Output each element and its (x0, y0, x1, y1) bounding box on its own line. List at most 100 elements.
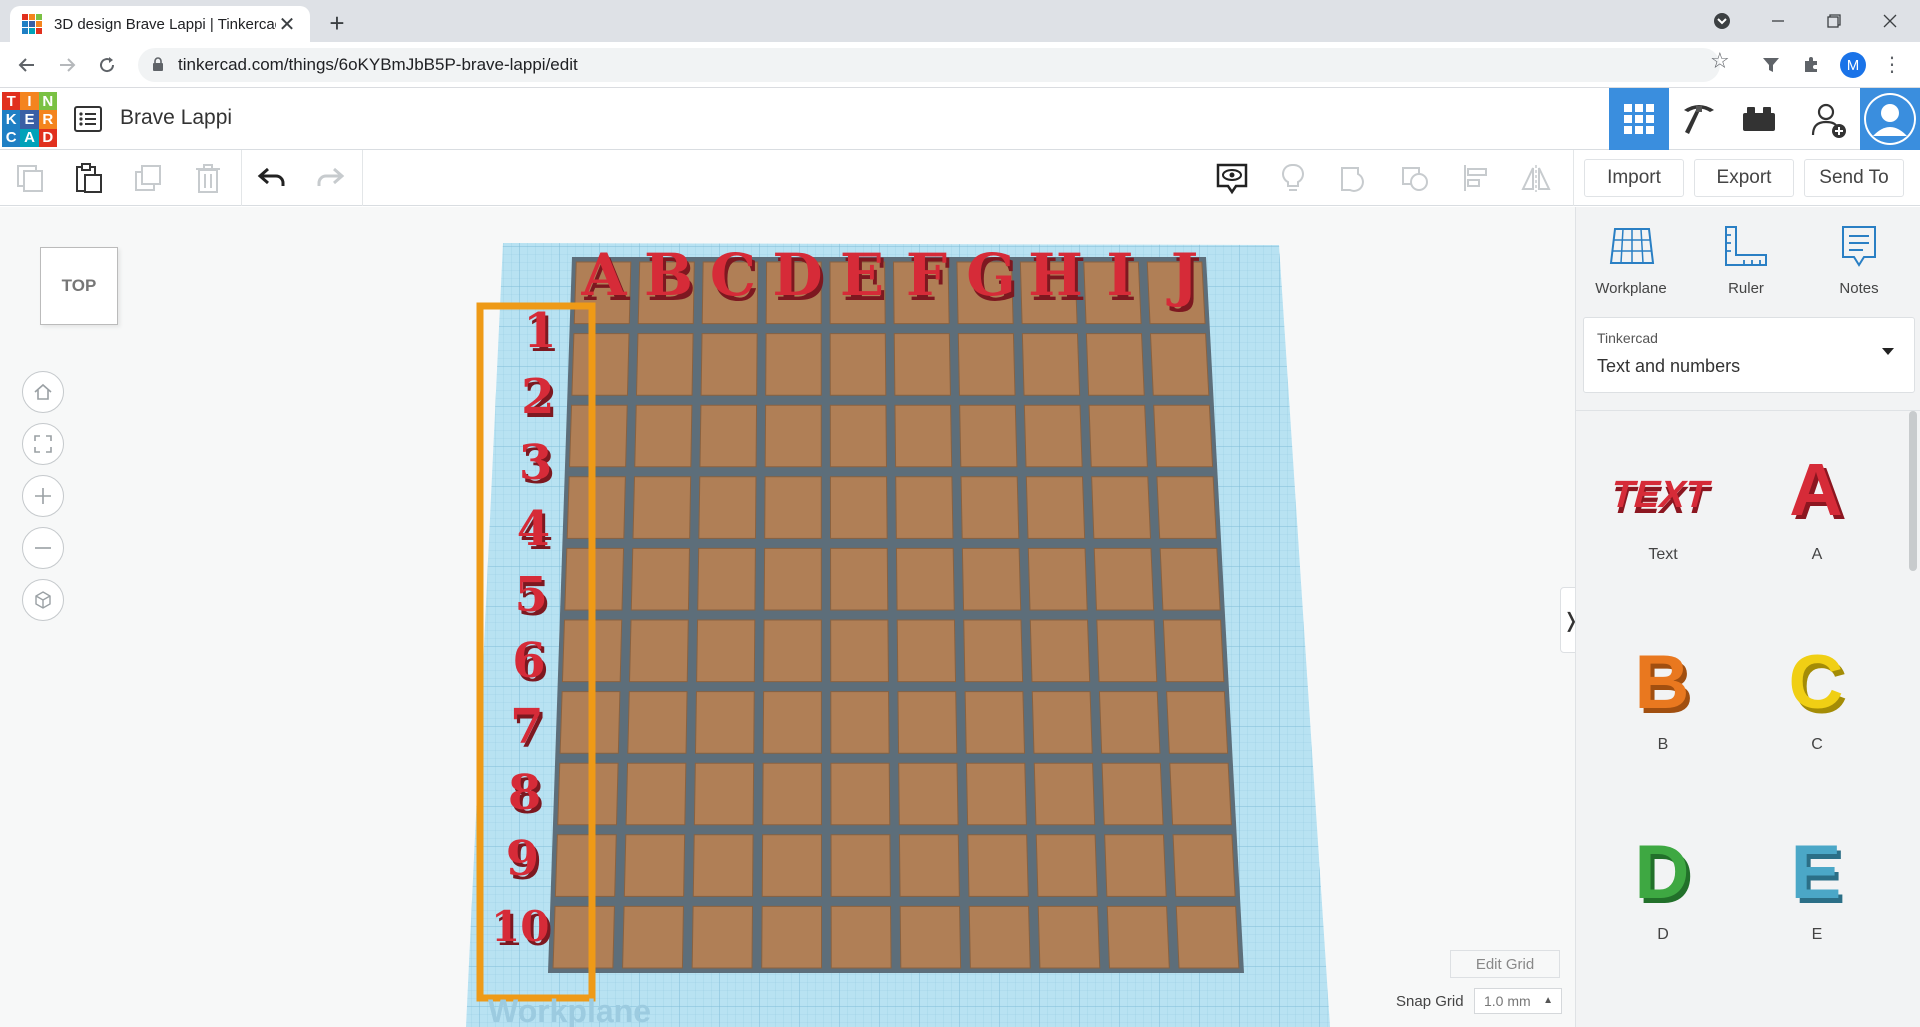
board-cell[interactable] (696, 619, 756, 683)
board-cell[interactable] (554, 834, 617, 897)
close-window-icon[interactable] (1862, 0, 1918, 42)
align-button[interactable] (1456, 158, 1496, 198)
board-cell[interactable] (1098, 691, 1161, 754)
ruler-tool-button[interactable]: Ruler (1691, 225, 1801, 297)
board-cell[interactable] (830, 762, 891, 826)
shape-d[interactable]: D D D (1588, 827, 1738, 944)
board-cell[interactable] (1027, 547, 1088, 611)
view-cube[interactable]: TOP (40, 247, 118, 325)
row-number[interactable]: 88 (508, 765, 544, 825)
board-cell[interactable] (694, 691, 755, 754)
board-cell[interactable] (897, 691, 958, 754)
browser-tab[interactable]: 3D design Brave Lappi | Tinkercad ✕ (10, 6, 310, 42)
column-letter[interactable]: JJ (1166, 241, 1201, 314)
board-cell[interactable] (1162, 619, 1225, 683)
send-to-button[interactable]: Send To (1804, 159, 1904, 197)
shape-text[interactable]: TEXT TEXT Text (1588, 447, 1738, 564)
board-cell[interactable] (1023, 404, 1083, 468)
user-profile-avatar[interactable] (1860, 88, 1920, 150)
zoom-out-button[interactable] (22, 527, 64, 569)
board-cell[interactable] (763, 619, 822, 683)
new-tab-button[interactable]: + (322, 8, 352, 39)
board-cell[interactable] (959, 404, 1018, 468)
extension-filter-icon[interactable] (1758, 52, 1784, 78)
3d-design-view-button[interactable] (1609, 88, 1669, 150)
board-cell[interactable] (1172, 834, 1236, 897)
board-cell[interactable] (627, 691, 688, 754)
board-cell[interactable] (898, 834, 960, 897)
row-number[interactable]: 33 (519, 435, 555, 495)
panel-scrollbar[interactable] (1909, 411, 1917, 571)
url-bar[interactable]: tinkercad.com/things/6oKYBmJbB5P-brave-l… (138, 48, 1720, 82)
shape-b[interactable]: B B B (1588, 637, 1738, 754)
board-cell[interactable] (1029, 619, 1091, 683)
delete-button[interactable] (188, 158, 228, 198)
board-cell[interactable] (960, 476, 1020, 539)
column-letter[interactable]: BB (644, 241, 696, 314)
row-number[interactable]: 1010 (491, 902, 552, 955)
column-letter[interactable]: FF (906, 241, 950, 314)
row-number[interactable]: 44 (517, 501, 553, 561)
board-cell[interactable] (896, 619, 957, 683)
minimize-icon[interactable] (1750, 0, 1806, 42)
board-cell[interactable] (1091, 476, 1152, 539)
undo-button[interactable] (252, 158, 292, 198)
board-cell[interactable] (1166, 691, 1229, 754)
column-letter[interactable]: DD (772, 241, 825, 314)
forward-icon[interactable] (52, 50, 82, 80)
3d-viewport[interactable]: AABBCCDDEEFFGGHHIIJJ 1122334455667788991… (0, 207, 1575, 1027)
board-cell[interactable] (967, 834, 1029, 897)
restore-icon[interactable] (1806, 0, 1862, 42)
board-cell[interactable] (762, 762, 822, 826)
board-cell[interactable] (634, 404, 693, 468)
board-cell[interactable] (895, 547, 955, 611)
column-letter[interactable]: HH (1028, 241, 1086, 314)
board-cell[interactable] (1085, 333, 1145, 396)
row-number[interactable]: 55 (514, 567, 550, 627)
workplane-tool-button[interactable]: Workplane (1576, 225, 1686, 297)
board-cell[interactable] (830, 619, 889, 683)
board-cell[interactable] (630, 547, 690, 611)
board-cell[interactable] (1031, 691, 1093, 754)
board-cell[interactable] (571, 333, 630, 396)
board-cell[interactable] (957, 333, 1016, 396)
board-cell[interactable] (700, 333, 758, 396)
row-number[interactable]: 99 (506, 831, 542, 891)
perspective-toggle-button[interactable] (22, 579, 64, 621)
board-cell[interactable] (1149, 333, 1210, 396)
blocks-minecraft-button[interactable] (1669, 88, 1729, 150)
shape-library-dropdown[interactable]: Tinkercad Text and numbers (1583, 317, 1915, 393)
board-cell[interactable] (552, 905, 615, 969)
board-cell[interactable] (763, 547, 822, 611)
fit-view-button[interactable] (22, 423, 64, 465)
workplane-scene[interactable]: AA BB CC DD EE FF GG HH II JJ 1122334455667788991… (0, 207, 1575, 1027)
tab-search-icon[interactable] (1694, 0, 1750, 42)
board-cell[interactable] (697, 547, 756, 611)
row-number[interactable]: 77 (510, 699, 546, 759)
shape-e[interactable]: E E E (1742, 827, 1892, 944)
board-cell[interactable] (1156, 476, 1217, 539)
board-cell[interactable] (964, 691, 1026, 754)
home-view-button[interactable] (22, 371, 64, 413)
board-cell[interactable] (765, 333, 822, 396)
board-cell[interactable] (829, 404, 887, 468)
reload-icon[interactable] (92, 50, 122, 80)
board-cell[interactable] (557, 762, 619, 826)
board-cell[interactable] (698, 476, 757, 539)
snap-grid-select[interactable]: 1.0 mm ▲ (1474, 988, 1562, 1014)
board-cell[interactable] (625, 762, 687, 826)
row-number[interactable]: 11 (523, 303, 559, 363)
board-cell[interactable] (761, 834, 822, 897)
board-cell[interactable] (635, 333, 694, 396)
browser-menu-icon[interactable]: ⋮ (1882, 52, 1902, 77)
group-button[interactable] (1334, 158, 1374, 198)
board-cell[interactable] (1025, 476, 1086, 539)
board-cell[interactable] (764, 404, 822, 468)
board-cell[interactable] (829, 333, 887, 396)
board-cell[interactable] (1153, 404, 1214, 468)
board-cell[interactable] (961, 547, 1022, 611)
board-cell[interactable] (829, 476, 888, 539)
board-cell[interactable] (1101, 762, 1164, 826)
board-cell[interactable] (1033, 762, 1096, 826)
redo-button[interactable] (310, 158, 350, 198)
